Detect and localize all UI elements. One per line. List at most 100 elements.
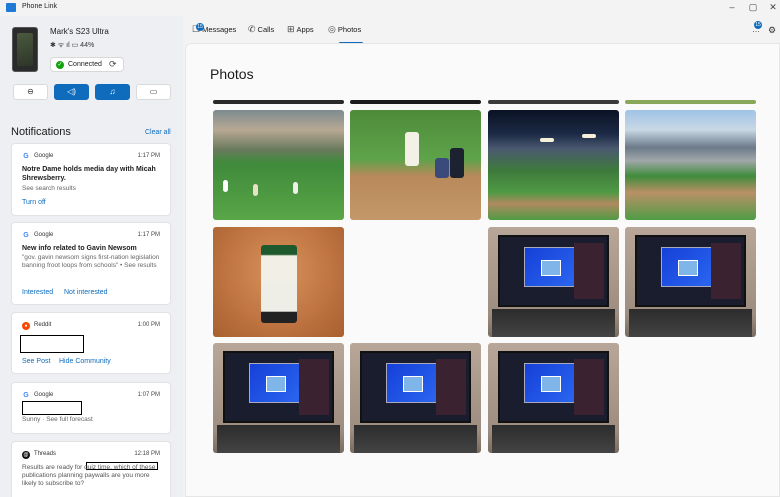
see-post-link[interactable]: See Post: [22, 358, 50, 365]
photo-partial[interactable]: [625, 100, 756, 104]
notification-app: Google: [34, 153, 54, 159]
notification-sub: Sunny · See full forecast: [22, 416, 93, 423]
title-bar: Phone Link – ▢ ✕: [0, 0, 780, 16]
player-figure: [253, 184, 258, 196]
photo-thumbnail[interactable]: [213, 110, 344, 220]
notifications-heading: Notifications: [11, 126, 71, 138]
dnd-button[interactable]: ⊖: [13, 84, 48, 100]
laptop-keyboard: [492, 425, 615, 453]
google-icon: G: [23, 232, 29, 239]
close-button[interactable]: ✕: [766, 1, 780, 13]
laptop-screen: [360, 351, 471, 423]
notification-time: 1:07 PM: [137, 392, 160, 398]
tab-label: Photos: [337, 25, 362, 34]
left-pane: Mark's S23 Ultra ✱ ᯤ ıl ▭ 44% ✓ Connecte…: [0, 16, 183, 497]
player-figure: [223, 180, 228, 192]
tab-calls[interactable]: ✆ Calls: [248, 24, 274, 38]
clear-all-link[interactable]: Clear all: [145, 129, 171, 136]
device-status-row: ✱ ᯤ ıl ▭ 44%: [50, 41, 94, 50]
device-name: Mark's S23 Ultra: [50, 27, 109, 36]
notification-sub: Results are ready for quiz time. which o…: [22, 464, 156, 487]
notification-sub: "gov. gavin newsom signs first-nation le…: [22, 254, 160, 269]
photo-icon: ◎: [328, 24, 336, 34]
redaction-box: [20, 335, 84, 353]
cast-button[interactable]: ▭: [136, 84, 171, 100]
phone-image: [12, 27, 38, 72]
messages-badge: 15: [196, 23, 204, 31]
connection-status-pill: ✓ Connected ⟳: [50, 57, 124, 72]
music-button[interactable]: ♫: [95, 84, 130, 100]
maximize-button[interactable]: ▢: [746, 1, 760, 13]
notification-card[interactable]: G Google 1:17 PM Notre Dame holds media …: [11, 143, 171, 216]
photo-thumbnail[interactable]: [625, 110, 756, 220]
not-interested-link[interactable]: Not interested: [64, 289, 108, 296]
notification-time: 12:18 PM: [134, 451, 160, 457]
grid-icon: ⊞: [287, 24, 295, 34]
laptop-keyboard: [217, 425, 340, 453]
tab-label: Messages: [202, 25, 237, 34]
catcher-figure: [435, 158, 449, 178]
check-icon: ✓: [56, 61, 64, 69]
threads-icon: @: [22, 451, 30, 459]
audio-button[interactable]: ◁): [54, 84, 89, 100]
reddit-icon: ●: [22, 322, 30, 330]
window-title: Phone Link: [22, 3, 58, 10]
laptop-keyboard: [492, 309, 615, 337]
tab-apps[interactable]: ⊞ Apps: [287, 24, 314, 38]
notification-app: Reddit: [34, 322, 52, 328]
hide-community-link[interactable]: Hide Community: [59, 358, 111, 365]
laptop-keyboard: [354, 425, 477, 453]
photo-thumbnail[interactable]: [350, 343, 481, 453]
notification-card[interactable]: ● Reddit 1:00 PM See Post Hide Community: [11, 312, 171, 374]
photo-partial[interactable]: [213, 100, 344, 104]
gear-icon[interactable]: ⚙: [768, 25, 776, 36]
photo-thumbnail[interactable]: [488, 227, 619, 337]
notification-card[interactable]: @ Threads 12:18 PM Results are ready for…: [11, 441, 171, 497]
notification-sub: See search results: [22, 185, 76, 192]
laptop-screen: [498, 351, 609, 423]
photo-thumbnail[interactable]: [350, 110, 481, 220]
notification-headline: New info related to Gavin Newsom: [22, 245, 137, 252]
stadium-light: [540, 138, 554, 142]
turn-off-link[interactable]: Turn off: [22, 199, 46, 206]
photo-thumbnail[interactable]: [488, 343, 619, 453]
laptop-screen: [498, 235, 609, 307]
player-figure: [293, 182, 298, 194]
laptop-screen: [635, 235, 746, 307]
phone-link-logo-icon: [6, 3, 16, 12]
phone-icon: ✆: [248, 24, 256, 34]
minimize-button[interactable]: –: [725, 1, 739, 13]
main-pane: ☐Messages 15 ✆Calls ⊞Apps ◎Photos … 15 ⚙…: [183, 16, 780, 497]
tab-label: Apps: [296, 25, 314, 34]
status-icons: ✱ ᯤ ıl ▭: [50, 42, 79, 49]
redaction-box: [22, 401, 82, 415]
google-icon: G: [23, 153, 29, 160]
photo-thumbnail[interactable]: [213, 227, 344, 337]
batter-figure: [405, 132, 419, 166]
stadium-light: [582, 134, 596, 138]
photo-thumbnail[interactable]: [213, 343, 344, 453]
photo-partial[interactable]: [350, 100, 481, 104]
notification-card[interactable]: G Google 1:07 PM Sunny · See full foreca…: [11, 382, 171, 434]
photo-thumbnail[interactable]: [625, 227, 756, 337]
notification-time: 1:17 PM: [137, 153, 160, 159]
photo-partial[interactable]: [488, 100, 619, 104]
tab-photos[interactable]: ◎ Photos: [328, 24, 361, 38]
connection-label: Connected: [68, 61, 102, 68]
notification-app: Google: [34, 392, 54, 398]
notification-app: Threads: [34, 451, 57, 457]
google-icon: G: [23, 392, 29, 399]
tab-label: Calls: [257, 25, 275, 34]
player-figure: [261, 245, 297, 323]
refresh-icon[interactable]: ⟳: [109, 59, 117, 70]
photo-thumbnail[interactable]: [488, 110, 619, 220]
interested-link[interactable]: Interested: [22, 289, 53, 296]
notification-headline: Notre Dame holds media day with Micah Sh…: [22, 166, 156, 182]
notification-app: Google: [34, 232, 54, 238]
page-title: Photos: [210, 66, 254, 82]
notification-card[interactable]: G Google 1:17 PM New info related to Gav…: [11, 222, 171, 305]
notification-time: 1:17 PM: [137, 232, 160, 238]
notification-time: 1:00 PM: [137, 322, 160, 328]
laptop-screen: [223, 351, 334, 423]
umpire-figure: [450, 148, 464, 178]
